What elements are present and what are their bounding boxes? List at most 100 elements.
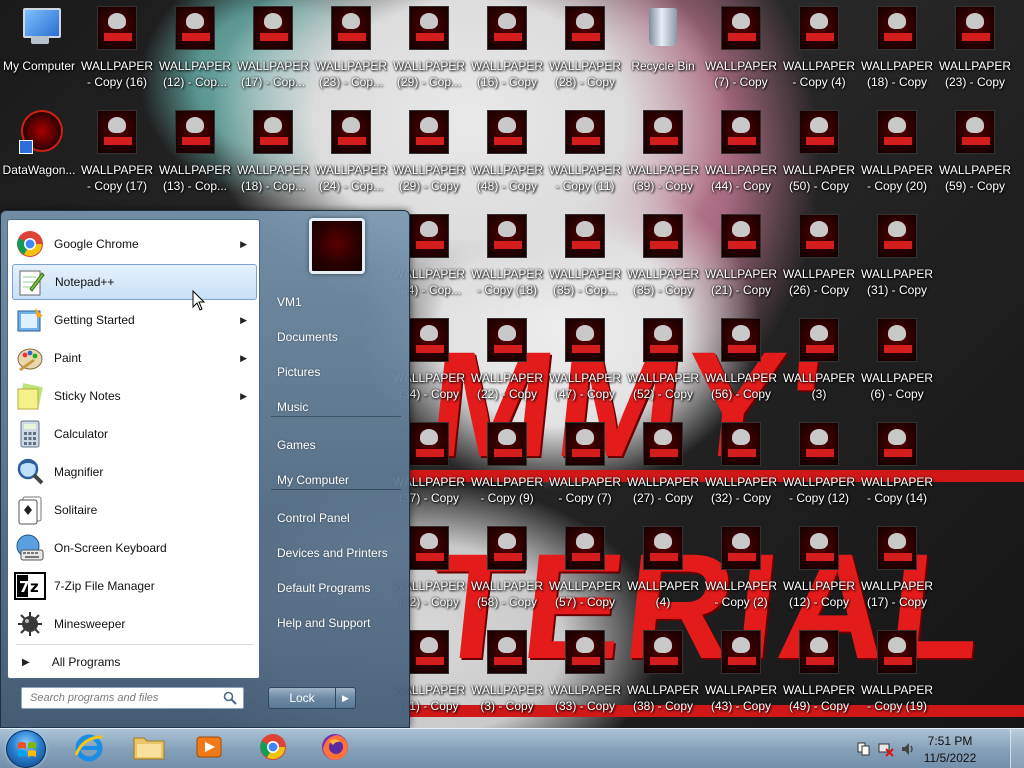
icon-wallpaper[interactable]: WALLPAPER (23) - Copy: [936, 0, 1014, 100]
icon-wallpaper[interactable]: WALLPAPER (6) - Copy: [858, 312, 936, 412]
icon-wallpaper[interactable]: WALLPAPER (38) - Copy: [624, 624, 702, 724]
icon-wallpaper[interactable]: WALLPAPER - Copy (20): [858, 104, 936, 204]
icon-wallpaper[interactable]: WALLPAPER (39) - Copy: [624, 104, 702, 204]
icon-wallpaper[interactable]: WALLPAPER (18) - Cop...: [234, 104, 312, 204]
icon-wallpaper[interactable]: WALLPAPER (12) - Cop...: [156, 0, 234, 100]
icon-wallpaper[interactable]: WALLPAPER (24) - Cop...: [312, 104, 390, 204]
icon-wallpaper[interactable]: WALLPAPER - Copy (17): [78, 104, 156, 204]
right-link-help-and-support[interactable]: Help and Support: [269, 608, 403, 638]
icon-wallpaper[interactable]: WALLPAPER (29) - Copy: [390, 104, 468, 204]
icon-wallpaper[interactable]: WALLPAPER (47) - Copy: [546, 312, 624, 412]
shutdown-options-button[interactable]: ▶: [336, 687, 356, 709]
program-item[interactable]: Sticky Notes ▶: [12, 378, 257, 414]
network-icon[interactable]: [878, 741, 894, 757]
icon-wallpaper[interactable]: WALLPAPER (27) - Copy: [624, 416, 702, 516]
icon-wallpaper[interactable]: WALLPAPER - Copy (11): [546, 104, 624, 204]
icon-wallpaper[interactable]: WALLPAPER (32) - Copy: [702, 416, 780, 516]
icon-wallpaper[interactable]: WALLPAPER (35) - Cop...: [546, 208, 624, 308]
icon-wallpaper[interactable]: WALLPAPER (16) - Copy: [468, 0, 546, 100]
start-button[interactable]: [6, 730, 46, 768]
search-input[interactable]: Search programs and files: [21, 687, 244, 709]
right-link-control-panel[interactable]: Control Panel: [269, 503, 403, 533]
icon-wallpaper[interactable]: WALLPAPER - Copy (4): [780, 0, 858, 100]
taskbar-firefox[interactable]: [308, 732, 362, 766]
program-item[interactable]: 7 z 7-Zip File Manager: [12, 568, 257, 604]
icon-wallpaper[interactable]: WALLPAPER (26) - Copy: [780, 208, 858, 308]
icon-wallpaper[interactable]: WALLPAPER (31) - Copy: [858, 208, 936, 308]
program-item[interactable]: On-Screen Keyboard: [12, 530, 257, 566]
program-item[interactable]: Minesweeper: [12, 606, 257, 642]
icon-wallpaper[interactable]: WALLPAPER (3): [780, 312, 858, 412]
icon-wallpaper[interactable]: WALLPAPER (35) - Copy: [624, 208, 702, 308]
taskbar-file-explorer[interactable]: [122, 732, 176, 766]
icon-wallpaper[interactable]: WALLPAPER (56) - Copy: [702, 312, 780, 412]
right-link-my-computer[interactable]: My Computer: [269, 465, 403, 495]
icon-wallpaper[interactable]: WALLPAPER - Copy (7): [546, 416, 624, 516]
icon-wallpaper-image: [331, 6, 371, 50]
icon-wallpaper[interactable]: WALLPAPER (23) - Cop...: [312, 0, 390, 100]
icon-wallpaper[interactable]: WALLPAPER - Copy (19): [858, 624, 936, 724]
icon-wallpaper[interactable]: WALLPAPER (44) - Copy: [702, 104, 780, 204]
submenu-arrow-icon[interactable]: ▶: [240, 315, 247, 326]
program-item[interactable]: Magnifier: [12, 454, 257, 490]
icon-wallpaper[interactable]: WALLPAPER (43) - Copy: [702, 624, 780, 724]
icon-wallpaper[interactable]: WALLPAPER (49) - Copy: [780, 624, 858, 724]
program-item[interactable]: Calculator: [12, 416, 257, 452]
icon-wallpaper[interactable]: WALLPAPER (3) - Copy: [468, 624, 546, 724]
submenu-arrow-icon[interactable]: ▶: [240, 353, 247, 364]
action-center-icon[interactable]: [856, 741, 872, 757]
right-link-music[interactable]: Music: [269, 392, 403, 422]
program-item[interactable]: Getting Started ▶: [12, 302, 257, 338]
icon-wallpaper[interactable]: WALLPAPER (59) - Copy: [936, 104, 1014, 204]
submenu-arrow-icon[interactable]: ▶: [240, 239, 247, 250]
icon-wallpaper[interactable]: WALLPAPER (17) - Copy: [858, 520, 936, 620]
submenu-arrow-icon[interactable]: ▶: [240, 391, 247, 402]
desktop-icon-label: WALLPAPER - Copy (7): [548, 475, 622, 505]
taskbar-chrome[interactable]: [246, 732, 300, 766]
program-item[interactable]: Notepad++: [12, 264, 257, 300]
icon-wallpaper-image: [487, 422, 527, 466]
icon-recycle-bin[interactable]: Recycle Bin: [624, 0, 702, 100]
right-link-default-programs[interactable]: Default Programs: [269, 573, 403, 603]
icon-wallpaper[interactable]: WALLPAPER (21) - Copy: [702, 208, 780, 308]
icon-datawagon[interactable]: DataWagon...: [0, 104, 78, 204]
icon-wallpaper[interactable]: WALLPAPER - Copy (18): [468, 208, 546, 308]
icon-wallpaper[interactable]: WALLPAPER (33) - Copy: [546, 624, 624, 724]
icon-my-computer[interactable]: My Computer: [0, 0, 78, 100]
icon-wallpaper[interactable]: WALLPAPER (58) - Copy: [468, 520, 546, 620]
clock-time[interactable]: 7:51 PM: [910, 734, 990, 748]
icon-wallpaper[interactable]: WALLPAPER (28) - Copy: [546, 0, 624, 100]
icon-wallpaper[interactable]: WALLPAPER (18) - Copy: [858, 0, 936, 100]
right-link-games[interactable]: Games: [269, 430, 403, 460]
icon-wallpaper[interactable]: WALLPAPER (50) - Copy: [780, 104, 858, 204]
program-item[interactable]: Google Chrome ▶: [12, 226, 257, 262]
icon-wallpaper[interactable]: WALLPAPER (12) - Copy: [780, 520, 858, 620]
icon-wallpaper[interactable]: WALLPAPER - Copy (14): [858, 416, 936, 516]
all-programs-button[interactable]: ▶ All Programs: [12, 650, 257, 674]
program-item[interactable]: Solitaire: [12, 492, 257, 528]
clock-date[interactable]: 11/5/2022: [910, 751, 990, 765]
icon-wallpaper[interactable]: WALLPAPER (57) - Copy: [546, 520, 624, 620]
icon-wallpaper[interactable]: WALLPAPER (13) - Cop...: [156, 104, 234, 204]
icon-wallpaper[interactable]: WALLPAPER (4): [624, 520, 702, 620]
icon-wallpaper[interactable]: WALLPAPER (22) - Copy: [468, 312, 546, 412]
program-item[interactable]: Paint ▶: [12, 340, 257, 376]
icon-wallpaper[interactable]: WALLPAPER (17) - Cop...: [234, 0, 312, 100]
icon-wallpaper[interactable]: WALLPAPER - Copy (16): [78, 0, 156, 100]
icon-wallpaper[interactable]: WALLPAPER (29) - Cop...: [390, 0, 468, 100]
icon-wallpaper[interactable]: WALLPAPER (7) - Copy: [702, 0, 780, 100]
taskbar-media-player[interactable]: [182, 732, 236, 766]
icon-wallpaper[interactable]: WALLPAPER (48) - Copy: [468, 104, 546, 204]
icon-wallpaper[interactable]: WALLPAPER - Copy (12): [780, 416, 858, 516]
icon-wallpaper[interactable]: WALLPAPER - Copy (2): [702, 520, 780, 620]
icon-wallpaper[interactable]: WALLPAPER - Copy (9): [468, 416, 546, 516]
icon-wallpaper[interactable]: WALLPAPER (52) - Copy: [624, 312, 702, 412]
right-link-pictures[interactable]: Pictures: [269, 357, 403, 387]
lock-button[interactable]: Lock: [268, 687, 336, 709]
show-desktop-button[interactable]: [1010, 729, 1024, 768]
right-link-devices-and-printers[interactable]: Devices and Printers: [269, 538, 403, 568]
taskbar-internet-explorer[interactable]: [62, 732, 116, 766]
right-link-documents[interactable]: Documents: [269, 322, 403, 352]
user-avatar[interactable]: [309, 218, 365, 274]
right-link-vm1[interactable]: VM1: [269, 287, 403, 317]
